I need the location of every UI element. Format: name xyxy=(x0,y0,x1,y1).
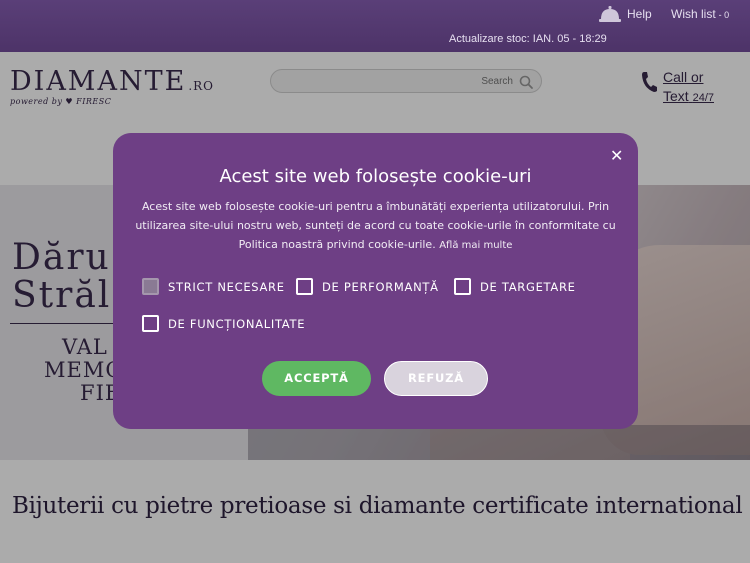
functionality-checkbox[interactable] xyxy=(142,315,159,332)
concierge-bell-icon[interactable] xyxy=(598,5,622,23)
cookie-dialog-title: Acest site web folosește cookie-uri xyxy=(219,166,532,187)
accept-button[interactable]: ACCEPTĂ xyxy=(262,361,371,396)
performance-checkbox[interactable] xyxy=(296,278,313,295)
strict-checkbox[interactable] xyxy=(142,278,159,295)
refuse-button[interactable]: REFUZĂ xyxy=(384,361,488,396)
cookie-dialog-description: Acest site web folosește cookie-uri pent… xyxy=(131,197,620,255)
targeting-label: DE TARGETARE xyxy=(480,280,576,294)
performance-label: DE PERFORMANȚĂ xyxy=(322,280,439,294)
wishlist-link[interactable]: Wish list - 0 xyxy=(671,7,729,21)
cookie-description-text: Acest site web folosește cookie-uri pent… xyxy=(135,200,616,251)
wishlist-label: Wish list xyxy=(671,7,716,21)
top-bar: Help Wish list - 0 Actualizare stoc: IAN.… xyxy=(0,0,750,52)
stock-update-text: Actualizare stoc: IAN. 05 - 18:29 xyxy=(449,33,607,45)
help-link[interactable]: Help xyxy=(627,7,652,21)
functionality-label: DE FUNCȚIONALITATE xyxy=(168,317,306,331)
wishlist-count: - 0 xyxy=(718,10,730,20)
close-icon[interactable]: ✕ xyxy=(610,146,623,165)
cookie-consent-dialog: ✕ Acest site web folosește cookie-uri Ac… xyxy=(113,133,638,429)
learn-more-link[interactable]: Află mai multe xyxy=(439,240,512,251)
targeting-checkbox[interactable] xyxy=(454,278,471,295)
strict-label: STRICT NECESARE xyxy=(168,280,285,294)
